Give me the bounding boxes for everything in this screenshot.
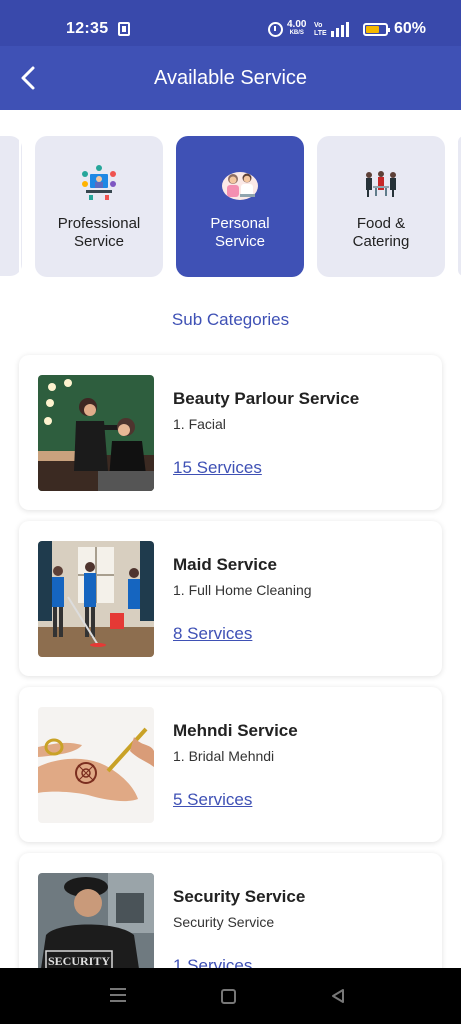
- food-catering-icon: [366, 171, 396, 197]
- service-count-link[interactable]: 1 Services: [173, 956, 252, 968]
- service-card-beauty-parlour[interactable]: Beauty Parlour Service 1. Facial 15 Serv…: [19, 355, 442, 510]
- battery-percent: 60%: [394, 20, 427, 37]
- sub-categories-title: Sub Categories: [171, 310, 290, 329]
- app-bar: Available Service: [0, 46, 461, 110]
- page-title: Available Service: [153, 67, 308, 89]
- category-card-professional-service[interactable]: Professional Service: [35, 136, 163, 277]
- category-label: Professional Service: [57, 215, 141, 250]
- signal-icon: [331, 21, 357, 37]
- service-name: Maid Service: [173, 555, 277, 574]
- service-card-security[interactable]: SECURITY Security Service Security Servi…: [19, 853, 442, 968]
- service-name: Security Service: [173, 887, 306, 906]
- service-subtitle: 1. Full Home Cleaning: [173, 582, 312, 598]
- category-card-partial-left[interactable]: [0, 136, 22, 276]
- status-bar: 12:35 4.00 KB/S Vo LTE 60%: [0, 0, 461, 46]
- notification-icon: [118, 22, 130, 36]
- battery-icon: [363, 23, 390, 36]
- mehndi-service-photo: [38, 707, 154, 823]
- professional-service-icon: [82, 165, 116, 200]
- recents-menu-icon[interactable]: [110, 988, 126, 1002]
- service-name: Beauty Parlour Service: [173, 389, 360, 408]
- service-count-link[interactable]: 5 Services: [173, 790, 252, 810]
- personal-service-icon: [222, 172, 258, 200]
- service-name: Mehndi Service: [173, 721, 298, 740]
- security-photo-text: SECURITY: [48, 954, 110, 968]
- beauty-parlour-photo: [38, 375, 154, 491]
- status-time: 12:35: [66, 20, 109, 37]
- service-subtitle: 1. Bridal Mehndi: [173, 748, 275, 764]
- volte-indicator: Vo LTE: [314, 22, 327, 37]
- system-nav-bar: [0, 968, 461, 1024]
- category-label: Personal Service: [210, 215, 270, 250]
- service-card-maid[interactable]: Maid Service 1. Full Home Cleaning 8 Ser…: [19, 521, 442, 676]
- system-back-icon[interactable]: [330, 988, 346, 1004]
- service-subtitle: 1. Facial: [173, 416, 226, 432]
- content-area[interactable]: Professional Service Personal Service Fo…: [0, 110, 461, 968]
- home-icon[interactable]: [221, 989, 236, 1004]
- network-speed-unit: KB/S: [289, 30, 304, 36]
- service-count-link[interactable]: 8 Services: [173, 624, 252, 644]
- service-card-mehndi[interactable]: Mehndi Service 1. Bridal Mehndi 5 Servic…: [19, 687, 442, 842]
- network-speed: 4.00 KB/S: [287, 20, 306, 37]
- security-service-photo: SECURITY: [38, 873, 154, 968]
- category-label: Food & Catering: [352, 215, 410, 250]
- service-subtitle: Security Service: [173, 914, 275, 930]
- category-card-personal-service[interactable]: Personal Service: [176, 136, 304, 277]
- category-card-food-catering[interactable]: Food & Catering: [317, 136, 445, 277]
- maid-service-photo: [38, 541, 154, 657]
- alarm-icon: [268, 22, 283, 37]
- service-count-link[interactable]: 15 Services: [173, 458, 262, 478]
